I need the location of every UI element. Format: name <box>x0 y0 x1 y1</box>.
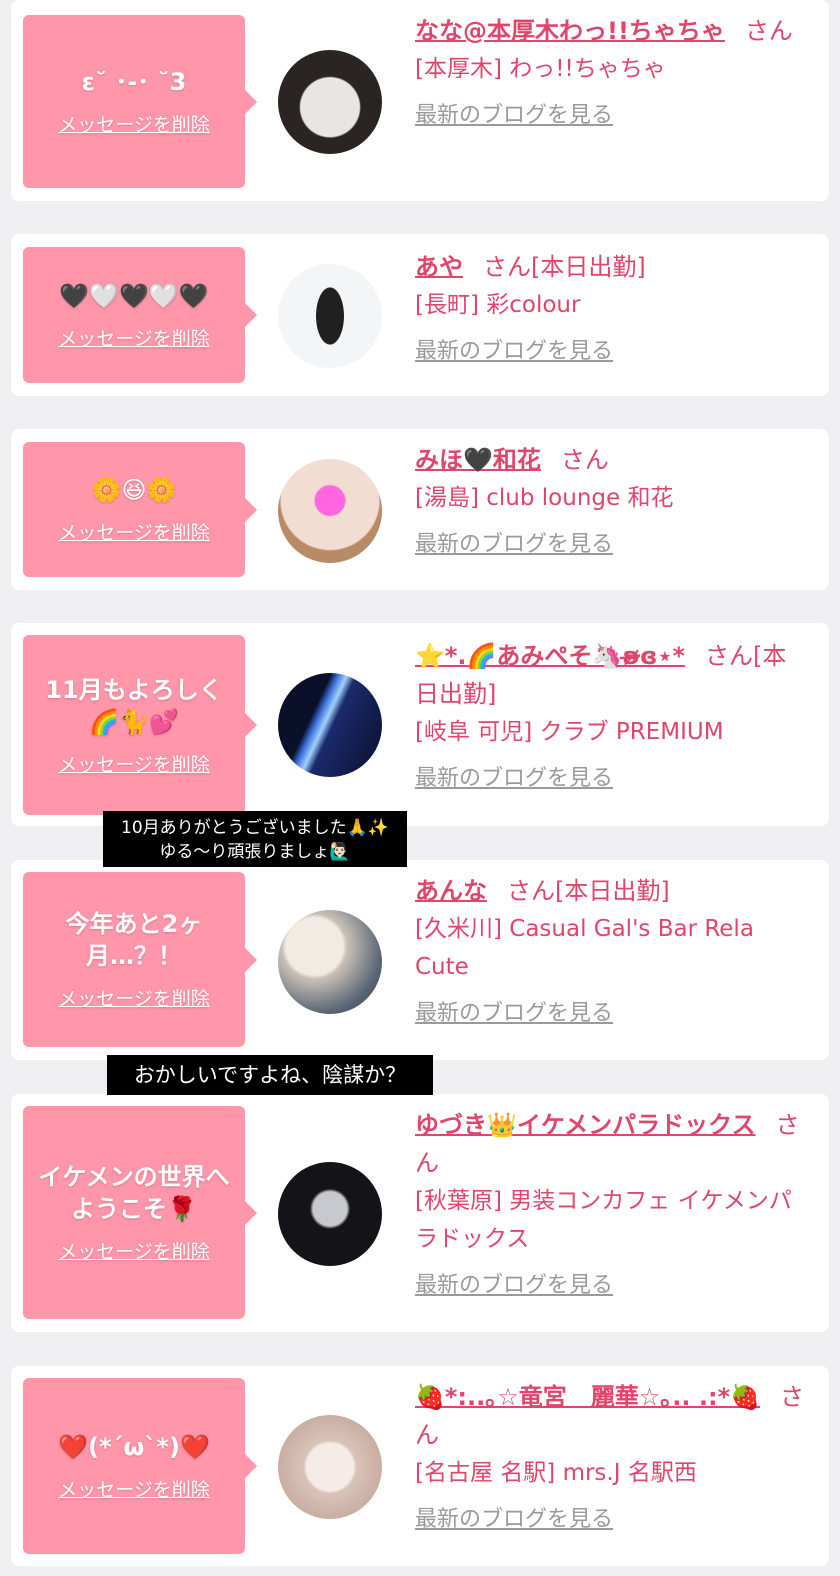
latest-blog-link[interactable]: 最新のブログを見る <box>415 1502 613 1538</box>
message-bubble: 🖤🤍🖤🤍🖤 メッセージを削除 <box>23 247 257 383</box>
latest-blog-link[interactable]: 最新のブログを見る <box>415 98 613 134</box>
favorite-card: 🌼😆🌼 メッセージを削除 みほ🖤和花 さん [湯島] club lounge 和花… <box>11 429 829 590</box>
cast-info: ゆづき👑イケメンパラドックス さん [秋葉原] 男装コンカフェ イケメンパラドック… <box>415 1106 809 1304</box>
message-bubble: ❤️(*´ω`*)❤️ メッセージを削除 <box>23 1378 257 1554</box>
honorific: さん <box>483 253 531 281</box>
message-bubble: イケメンの世界へようこそ🌹 メッセージを削除 <box>23 1106 257 1319</box>
shop-name: [岐阜 可児] クラブ PREMIUM <box>415 719 724 745</box>
bubble-message: 🌼😆🌼 <box>91 476 177 504</box>
video-caption: 10月ありがとうございました🙏✨ ゆる〜り頑張りましょ🙋🏻‍♂️ <box>103 811 407 867</box>
delete-message-link[interactable]: メッセージを削除 <box>58 750 210 777</box>
cast-name-link[interactable]: あんな <box>415 877 487 905</box>
honorific: さん <box>507 877 555 905</box>
message-bubble: 11月もよろしく🌈🐈💕 メッセージを削除 <box>23 635 257 815</box>
cast-name-link[interactable]: なな@本厚木わっ!!ちゃちゃ <box>415 17 725 45</box>
message-bubble: 今年あと2ヶ月…？！ メッセージを削除 <box>23 872 257 1047</box>
cast-name-link[interactable]: 🍓*:..｡☆竜宮 麗華☆｡.. .:*🍓 <box>415 1383 760 1411</box>
bubble-message: イケメンの世界へようこそ🌹 <box>38 1163 230 1223</box>
bubble-message: ❤️(*´ω`*)❤️ <box>58 1432 210 1461</box>
cast-info: あんな さん[本日出勤] [久米川] Casual Gal's Bar Rela … <box>415 872 809 1032</box>
bubble-message: ε˘ ･-･ ˘3 <box>81 68 187 96</box>
avatar[interactable] <box>278 50 382 154</box>
avatar[interactable] <box>278 264 382 368</box>
cast-name-link[interactable]: ⭐*.🌈あみぺそ🦄ʚ̴̶̷̷ɞ⋆* <box>415 642 685 670</box>
cast-name-link[interactable]: ゆづき👑イケメンパラドックス <box>415 1111 755 1139</box>
cast-info: なな@本厚木わっ!!ちゃちゃ さん [本厚木] わっ!!ちゃちゃ 最新のブログを見… <box>415 12 809 134</box>
avatar[interactable] <box>278 1415 382 1519</box>
shop-name: [長町] 彩colour <box>415 292 581 318</box>
shop-name: [名古屋 名駅] mrs.J 名駅西 <box>415 1460 697 1486</box>
favorite-card: ε˘ ･-･ ˘3 メッセージを削除 なな@本厚木わっ!!ちゃちゃ さん [本厚木… <box>11 0 829 201</box>
delete-message-link[interactable]: メッセージを削除 <box>58 324 210 351</box>
shop-name: [久米川] Casual Gal's Bar Rela Cute <box>415 916 754 980</box>
latest-blog-link[interactable]: 最新のブログを見る <box>415 761 613 797</box>
attendance-status: [本日出勤] <box>555 877 670 905</box>
favorite-card: 🖤🤍🖤🤍🖤 メッセージを削除 あや さん[本日出勤] [長町] 彩colour 最… <box>11 234 829 396</box>
honorific: さん <box>560 446 609 474</box>
favorite-card: 今年あと2ヶ月…？！ メッセージを削除 あんな さん[本日出勤] [久米川] Ca… <box>11 860 829 1060</box>
message-bubble: ε˘ ･-･ ˘3 メッセージを削除 <box>23 15 257 188</box>
honorific: さん <box>744 17 793 45</box>
favorite-card: ❤️(*´ω`*)❤️ メッセージを削除 🍓*:..｡☆竜宮 麗華☆｡.. .:… <box>11 1366 829 1566</box>
video-caption: おかしいですよね、陰謀か？ <box>107 1055 433 1095</box>
message-bubble: 🌼😆🌼 メッセージを削除 <box>23 442 257 577</box>
delete-message-link[interactable]: メッセージを削除 <box>58 1475 210 1502</box>
honorific: さん <box>705 642 753 670</box>
latest-blog-link[interactable]: 最新のブログを見る <box>415 1268 613 1304</box>
delete-message-link[interactable]: メッセージを削除 <box>58 1237 210 1264</box>
avatar[interactable] <box>278 673 382 777</box>
shop-name: [本厚木] わっ!!ちゃちゃ <box>415 56 666 82</box>
cast-info: みほ🖤和花 さん [湯島] club lounge 和花 最新のブログを見る <box>415 441 809 563</box>
attendance-status: [本日出勤] <box>531 253 646 281</box>
delete-message-link[interactable]: メッセージを削除 <box>58 984 210 1011</box>
avatar[interactable] <box>278 1162 382 1266</box>
cast-name-link[interactable]: あや <box>415 253 463 281</box>
latest-blog-link[interactable]: 最新のブログを見る <box>415 996 613 1032</box>
shop-name: [秋葉原] 男装コンカフェ イケメンパラドックス <box>415 1188 792 1252</box>
bubble-message: 今年あと2ヶ月…？！ <box>65 910 203 970</box>
cast-info: ⭐*.🌈あみぺそ🦄ʚ̴̶̷̷ɞ⋆* さん[本日出勤] [岐阜 可児] クラブ PR… <box>415 637 809 797</box>
delete-message-link[interactable]: メッセージを削除 <box>58 518 210 545</box>
shop-name: [湯島] club lounge 和花 <box>415 485 674 511</box>
latest-blog-link[interactable]: 最新のブログを見る <box>415 527 613 563</box>
avatar[interactable] <box>278 459 382 563</box>
avatar[interactable] <box>278 910 382 1014</box>
latest-blog-link[interactable]: 最新のブログを見る <box>415 334 613 370</box>
bubble-message: 11月もよろしく🌈🐈💕 <box>45 675 223 736</box>
delete-message-link[interactable]: メッセージを削除 <box>58 110 210 137</box>
favorite-card: 11月もよろしく🌈🐈💕 メッセージを削除 ⭐*.🌈あみぺそ🦄ʚ̴̶̷̷ɞ⋆* さん… <box>11 623 829 826</box>
cast-info: 🍓*:..｡☆竜宮 麗華☆｡.. .:*🍓 さん [名古屋 名駅] mrs.J 名… <box>415 1378 809 1538</box>
cast-name-link[interactable]: みほ🖤和花 <box>415 446 541 474</box>
bubble-message: 🖤🤍🖤🤍🖤 <box>59 281 209 310</box>
favorite-card: イケメンの世界へようこそ🌹 メッセージを削除 ゆづき👑イケメンパラドックス さん … <box>11 1094 829 1332</box>
cast-info: あや さん[本日出勤] [長町] 彩colour 最新のブログを見る <box>415 248 809 370</box>
